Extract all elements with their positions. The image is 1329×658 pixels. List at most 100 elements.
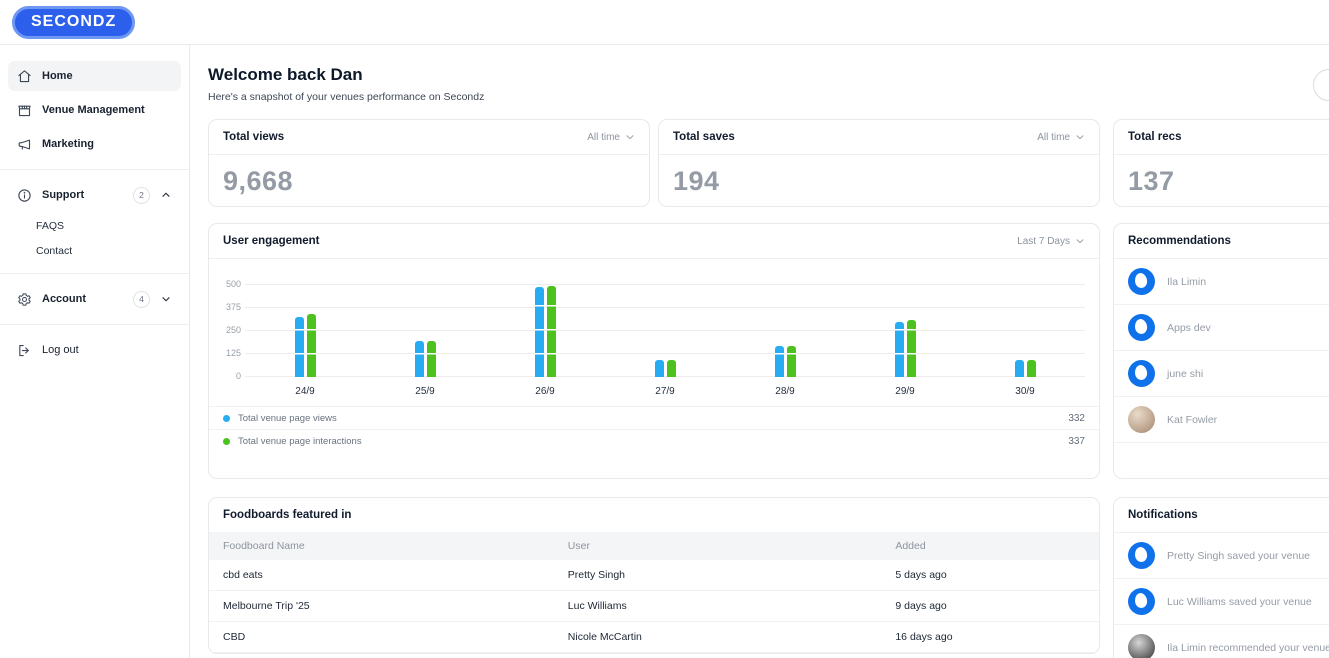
sidebar-item-support[interactable]: Support 2 [8, 180, 181, 210]
user-engagement-card: User engagement Last 7 Days 012525037550… [208, 223, 1100, 479]
recommendation-name: Kat Fowler [1167, 414, 1217, 426]
sidebar-item-faqs[interactable]: FAQS [8, 214, 181, 238]
bar-group: 30/9 [965, 285, 1085, 397]
info-icon [17, 188, 32, 203]
avatar [1128, 268, 1155, 295]
chevron-down-icon [160, 293, 172, 305]
bar-interactions [1027, 360, 1036, 377]
engagement-filter-dropdown[interactable]: Last 7 Days [1017, 236, 1085, 247]
foodboards-title: Foodboards featured in [223, 509, 351, 521]
sidebar-item-label: Home [42, 70, 73, 82]
chart-legend: Total venue page views 332 Total venue p… [209, 406, 1099, 452]
bar-views [775, 346, 784, 377]
account-badge: 4 [133, 291, 150, 308]
cell-added: 5 days ago [895, 569, 1085, 581]
notification-item[interactable]: Pretty Singh saved your venue [1114, 533, 1329, 579]
bar-interactions [907, 320, 916, 377]
y-tick-label: 375 [226, 302, 241, 312]
x-tick-label: 30/9 [1015, 386, 1034, 397]
cell-foodboard-name: cbd eats [223, 569, 568, 581]
avatar [1128, 360, 1155, 387]
x-tick-label: 26/9 [535, 386, 554, 397]
gear-icon [17, 292, 32, 307]
sidebar-item-label: Support [42, 189, 84, 201]
recommendation-item[interactable]: june shi [1114, 351, 1329, 397]
foodboards-card: Foodboards featured in Foodboard Name Us… [208, 497, 1100, 654]
avatar [1128, 406, 1155, 433]
bar-views [1015, 360, 1024, 377]
stat-filter-dropdown[interactable]: All time [587, 132, 635, 143]
sidebar-item-venue-management[interactable]: Venue Management [8, 95, 181, 125]
legend-label: Total venue page views [238, 413, 1060, 424]
sidebar-item-contact[interactable]: Contact [8, 239, 181, 263]
chevron-down-icon [1075, 132, 1085, 142]
sidebar-item-account[interactable]: Account 4 [8, 284, 181, 314]
engagement-filter-value: Last 7 Days [1017, 236, 1070, 247]
sidebar-divider [0, 169, 189, 170]
bar-group: 24/9 [245, 285, 365, 397]
bar-interactions [787, 346, 796, 377]
legend-dot-green [223, 438, 230, 445]
sidebar-child-label: Contact [36, 245, 72, 257]
legend-dot-blue [223, 415, 230, 422]
notification-text: Pretty Singh saved your venue [1167, 550, 1310, 562]
column-header-user: User [568, 540, 896, 552]
chart-y-axis: 0125250375500 [219, 285, 245, 377]
stat-label: Total views [223, 131, 284, 143]
avatar [1128, 314, 1155, 341]
notifications-title: Notifications [1128, 509, 1198, 521]
sidebar-item-label: Venue Management [42, 104, 145, 116]
recommendation-item[interactable]: Kat Fowler [1114, 397, 1329, 443]
notification-item[interactable]: Luc Williams saved your venue [1114, 579, 1329, 625]
bar-interactions [427, 341, 436, 377]
bar-group: 29/9 [845, 285, 965, 397]
y-tick-label: 500 [226, 279, 241, 289]
stat-card-total-views: Total views All time 9,668 [208, 119, 650, 207]
legend-value: 332 [1068, 413, 1085, 424]
cell-user: Nicole McCartin [568, 631, 896, 643]
table-row[interactable]: cbd eats Pretty Singh 5 days ago [209, 560, 1099, 591]
bar-group: 27/9 [605, 285, 725, 397]
table-header-row: Foodboard Name User Added [209, 532, 1099, 560]
table-row[interactable]: Melbourne Trip '25 Luc Williams 9 days a… [209, 591, 1099, 622]
bar-interactions [667, 360, 676, 377]
x-tick-label: 27/9 [655, 386, 674, 397]
sidebar-item-marketing[interactable]: Marketing [8, 129, 181, 159]
bar-views [655, 360, 664, 377]
sidebar-item-home[interactable]: Home [8, 61, 181, 91]
sidebar-divider [0, 324, 189, 325]
y-tick-label: 0 [236, 371, 241, 381]
bar-views [295, 317, 304, 377]
avatar [1128, 588, 1155, 615]
chevron-down-icon [625, 132, 635, 142]
column-header-added: Added [895, 540, 1085, 552]
notification-item[interactable]: Ila Limin recommended your venue [1114, 625, 1329, 658]
table-row[interactable]: CBD Nicole McCartin 16 days ago [209, 622, 1099, 653]
recommendation-item[interactable]: Apps dev [1114, 305, 1329, 351]
engagement-chart: 0125250375500 24/925/926/927/928/929/930… [209, 259, 1099, 397]
brand-logo[interactable]: SECONDZ [12, 6, 135, 39]
x-tick-label: 24/9 [295, 386, 314, 397]
sidebar-item-logout[interactable]: Log out [8, 335, 181, 365]
stat-filter-value: All time [1037, 132, 1070, 143]
stat-value: 137 [1114, 155, 1329, 207]
cell-foodboard-name: CBD [223, 631, 568, 643]
page-title: Welcome back Dan [208, 65, 1329, 85]
cell-added: 16 days ago [895, 631, 1085, 643]
chevron-up-icon [160, 189, 172, 201]
bar-group: 26/9 [485, 285, 605, 397]
legend-row-interactions: Total venue page interactions 337 [209, 429, 1099, 452]
stat-card-total-recs: Total recs 137 [1113, 119, 1329, 207]
top-bar: SECONDZ [0, 0, 1329, 45]
list-spacer [1114, 443, 1329, 478]
cell-user: Pretty Singh [568, 569, 896, 581]
bar-views [535, 287, 544, 377]
avatar [1128, 542, 1155, 569]
recommendation-item[interactable]: Ila Limin [1114, 259, 1329, 305]
engagement-title: User engagement [223, 235, 320, 247]
stat-filter-dropdown[interactable]: All time [1037, 132, 1085, 143]
chevron-down-icon [1075, 236, 1085, 246]
x-tick-label: 29/9 [895, 386, 914, 397]
notification-text: Ila Limin recommended your venue [1167, 642, 1329, 654]
sidebar-child-label: FAQS [36, 220, 64, 232]
